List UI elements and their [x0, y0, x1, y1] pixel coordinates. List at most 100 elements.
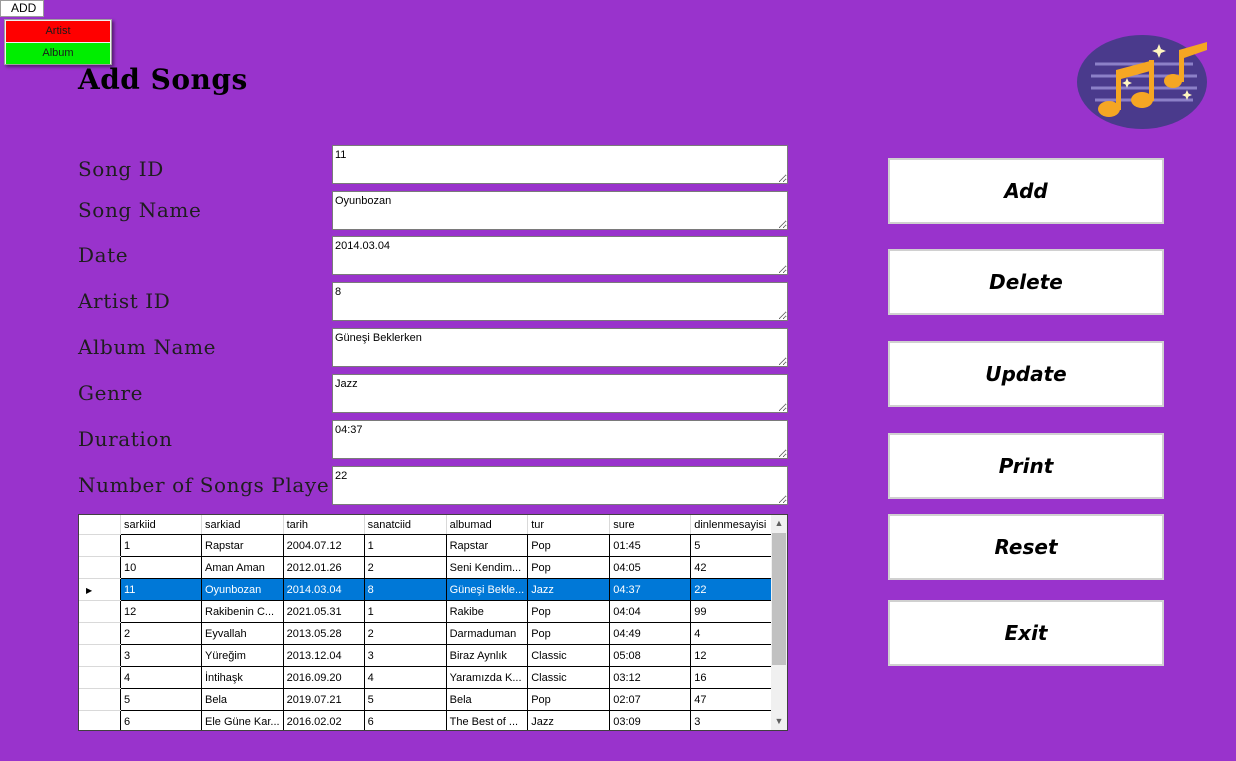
table-cell[interactable]: Rakibenin C... — [201, 600, 284, 623]
row-header[interactable] — [79, 534, 121, 557]
table-cell[interactable]: Darmaduman — [445, 622, 529, 645]
table-cell[interactable]: 2012.01.26 — [282, 556, 365, 579]
table-cell[interactable]: Pop — [527, 688, 611, 711]
table-row[interactable]: 4 İntihaşk 2016.09.20 4 Yaramızda K... Classi… — [79, 666, 774, 689]
table-cell[interactable]: The Best of ... — [445, 710, 529, 730]
table-cell[interactable]: Pop — [527, 622, 611, 645]
row-header[interactable] — [79, 688, 121, 711]
table-row[interactable]: 10 Aman Aman 2012.01.26 2 Seni Kendim... Pop 0… — [79, 556, 774, 579]
table-cell[interactable]: 1 — [120, 534, 202, 557]
table-cell[interactable]: 04:49 — [609, 622, 692, 645]
table-cell[interactable]: 47 — [690, 688, 774, 711]
column-header[interactable]: tarih — [282, 515, 365, 535]
row-header[interactable] — [79, 710, 121, 730]
table-cell[interactable]: 12 — [120, 600, 202, 623]
table-cell[interactable]: Pop — [527, 534, 611, 557]
table-cell[interactable]: Rapstar — [201, 534, 284, 557]
row-header[interactable] — [79, 622, 121, 645]
table-cell[interactable]: Aman Aman — [201, 556, 284, 579]
print-button[interactable]: Print — [888, 433, 1164, 499]
table-cell[interactable]: Oyunbozan — [201, 578, 284, 601]
table-cell[interactable]: 1 — [363, 600, 447, 623]
table-cell[interactable]: Pop — [527, 556, 611, 579]
artist-id-input[interactable]: 8 — [332, 282, 788, 321]
table-cell[interactable]: 99 — [690, 600, 774, 623]
table-cell[interactable]: Bela — [445, 688, 529, 711]
table-cell[interactable]: 12 — [690, 644, 774, 667]
table-row[interactable]: 3 Yüreğim 2013.12.04 3 Biraz Aynlık Classic 05… — [79, 644, 774, 667]
menu-add[interactable]: ADD — [0, 0, 44, 17]
table-cell[interactable]: 2 — [120, 622, 202, 645]
table-row[interactable]: 6 Ele Güne Kar... 2016.02.02 6 The Best of .… — [79, 710, 774, 730]
reset-button[interactable]: Reset — [888, 514, 1164, 580]
duration-input[interactable]: 04:37 — [332, 420, 788, 459]
table-cell[interactable]: Jazz — [527, 710, 611, 730]
song-name-input[interactable]: Oyunbozan — [332, 191, 788, 230]
table-cell[interactable]: 3 — [690, 710, 774, 730]
table-cell[interactable]: İntihaşk — [201, 666, 284, 689]
song-id-input[interactable]: 11 — [332, 145, 788, 184]
table-cell[interactable]: 2013.05.28 — [282, 622, 365, 645]
table-cell[interactable]: Classic — [527, 666, 611, 689]
table-cell[interactable]: 2013.12.04 — [282, 644, 365, 667]
column-header[interactable]: dinlenmesayisi — [690, 515, 774, 535]
genre-input[interactable]: Jazz — [332, 374, 788, 413]
table-cell[interactable]: Güneşi Bekle... — [445, 578, 529, 601]
delete-button[interactable]: Delete — [888, 249, 1164, 315]
table-row[interactable]: 1 Rapstar 2004.07.12 1 Rapstar Pop 01:45 5 — [79, 534, 774, 557]
table-cell[interactable]: Ele Güne Kar... — [201, 710, 284, 730]
row-header[interactable] — [79, 556, 121, 579]
table-cell[interactable]: 42 — [690, 556, 774, 579]
table-cell[interactable]: Classic — [527, 644, 611, 667]
table-cell[interactable]: 2014.03.04 — [282, 578, 365, 601]
table-cell[interactable]: 2 — [363, 622, 447, 645]
table-cell[interactable]: 04:37 — [609, 578, 692, 601]
table-cell[interactable]: 5 — [120, 688, 202, 711]
scrollbar-thumb[interactable] — [772, 533, 786, 665]
table-cell[interactable]: 3 — [363, 644, 447, 667]
table-cell[interactable]: 1 — [363, 534, 447, 557]
row-header[interactable] — [79, 666, 121, 689]
table-cell[interactable]: 16 — [690, 666, 774, 689]
table-cell[interactable]: 2019.07.21 — [282, 688, 365, 711]
table-cell[interactable]: 2004.07.12 — [282, 534, 365, 557]
table-row[interactable]: 12 Rakibenin C... 2021.05.31 1 Rakibe Pop 04:0… — [79, 600, 774, 623]
table-cell[interactable]: 5 — [690, 534, 774, 557]
row-header[interactable] — [79, 600, 121, 623]
column-header[interactable]: sanatciid — [363, 515, 447, 535]
table-cell[interactable]: 4 — [690, 622, 774, 645]
table-cell[interactable]: 4 — [363, 666, 447, 689]
table-row[interactable]: ▶ 11 Oyunbozan 2014.03.04 8 Güneşi Bekle... Ja… — [79, 578, 774, 601]
album-name-input[interactable]: Güneşi Beklerken — [332, 328, 788, 367]
column-header[interactable]: tur — [527, 515, 611, 535]
table-cell[interactable]: 22 — [690, 578, 774, 601]
exit-button[interactable]: Exit — [888, 600, 1164, 666]
row-header[interactable]: ▶ — [79, 578, 121, 601]
table-cell[interactable]: Yüreğim — [201, 644, 284, 667]
grid-scrollbar[interactable]: ▲ ▼ — [771, 515, 787, 730]
scroll-up-icon[interactable]: ▲ — [771, 515, 787, 532]
table-cell[interactable]: 4 — [120, 666, 202, 689]
table-cell[interactable]: 04:04 — [609, 600, 692, 623]
menu-item-artist[interactable]: Artist — [6, 21, 110, 42]
table-cell[interactable]: 03:12 — [609, 666, 692, 689]
row-header[interactable] — [79, 644, 121, 667]
table-cell[interactable]: 02:07 — [609, 688, 692, 711]
table-cell[interactable]: Bela — [201, 688, 284, 711]
table-cell[interactable]: 04:05 — [609, 556, 692, 579]
table-cell[interactable]: 5 — [363, 688, 447, 711]
table-cell[interactable]: 03:09 — [609, 710, 692, 730]
column-header[interactable]: sure — [609, 515, 692, 535]
column-header[interactable]: sarkiid — [120, 515, 202, 535]
add-button[interactable]: Add — [888, 158, 1164, 224]
table-cell[interactable]: 05:08 — [609, 644, 692, 667]
table-cell[interactable]: 10 — [120, 556, 202, 579]
date-input[interactable]: 2014.03.04 — [332, 236, 788, 275]
table-cell[interactable]: Biraz Aynlık — [445, 644, 529, 667]
table-row[interactable]: 5 Bela 2019.07.21 5 Bela Pop 02:07 47 — [79, 688, 774, 711]
update-button[interactable]: Update — [888, 341, 1164, 407]
table-cell[interactable]: 11 — [120, 578, 202, 601]
table-cell[interactable]: 2016.02.02 — [282, 710, 365, 730]
table-cell[interactable]: Eyvallah — [201, 622, 284, 645]
table-cell[interactable]: 2 — [363, 556, 447, 579]
